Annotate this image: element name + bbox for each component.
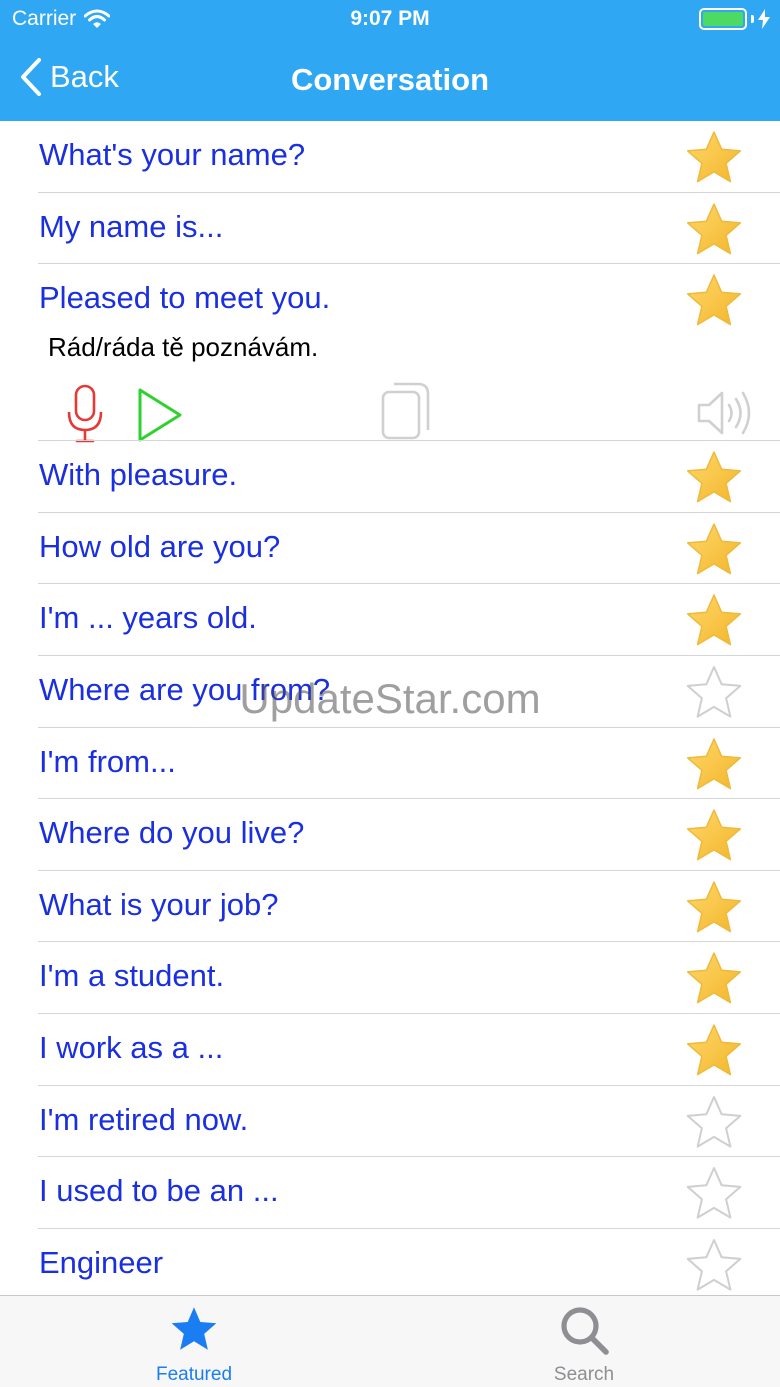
phrase-text: I work as a ... <box>39 1029 224 1065</box>
navigation-bar: Back Conversation <box>0 40 780 121</box>
charging-bolt-icon <box>758 9 770 29</box>
search-icon <box>561 1307 609 1355</box>
favorite-toggle[interactable] <box>684 521 744 579</box>
phrase-tools <box>0 382 780 449</box>
star-filled-icon <box>686 737 742 789</box>
favorite-toggle[interactable] <box>684 1237 744 1295</box>
star-filled-icon <box>686 274 742 326</box>
play-button[interactable] <box>136 386 184 449</box>
status-bar: Carrier 9:07 PM <box>0 0 780 40</box>
star-filled-icon <box>686 451 742 503</box>
list-item[interactable]: I'm retired now. <box>0 1086 780 1158</box>
microphone-icon <box>67 384 103 443</box>
star-filled-icon <box>686 1024 742 1076</box>
list-item[interactable]: Where are you from? <box>0 656 780 728</box>
list-item[interactable]: What is your job? <box>0 871 780 943</box>
battery-icon <box>699 8 770 30</box>
speaker-button[interactable] <box>696 388 756 443</box>
tab-search-label: Search <box>553 1364 615 1385</box>
phrase-text: I'm retired now. <box>39 1101 249 1137</box>
favorite-toggle[interactable] <box>684 201 744 259</box>
phrase-text: What's your name? <box>39 137 306 172</box>
favorite-toggle[interactable] <box>684 879 744 937</box>
list-item[interactable]: My name is... <box>0 193 780 265</box>
star-filled-icon <box>686 594 742 646</box>
list-item[interactable]: I'm a student. <box>0 942 780 1014</box>
phrase-text: My name is... <box>39 208 224 244</box>
page-title: Conversation <box>290 62 490 97</box>
star-icon <box>171 1307 217 1350</box>
list-item[interactable]: Pleased to meet you. Rád/ráda tě poznávám… <box>0 264 780 443</box>
favorite-toggle[interactable] <box>684 592 744 650</box>
phrase-text: How old are you? <box>39 528 281 564</box>
star-outline-icon <box>686 1167 742 1219</box>
list-item[interactable]: I'm ... years old. <box>0 584 780 656</box>
favorite-toggle[interactable] <box>684 950 744 1008</box>
play-icon <box>138 388 182 442</box>
phrase-text: Where are you from? <box>39 671 331 707</box>
star-outline-icon <box>686 1095 742 1148</box>
star-filled-icon <box>686 523 742 575</box>
record-button[interactable] <box>66 384 104 449</box>
list-item[interactable]: How old are you? <box>0 513 780 585</box>
star-filled-icon <box>686 202 742 254</box>
star-filled-icon <box>686 881 742 933</box>
favorite-toggle[interactable] <box>684 736 744 794</box>
star-filled-icon <box>686 952 742 1004</box>
status-time: 9:07 PM <box>350 7 430 30</box>
list-item[interactable]: What's your name? <box>0 121 780 193</box>
tab-bar: Featured Search <box>0 1295 780 1387</box>
list-item[interactable]: I'm from... <box>0 728 780 800</box>
tab-search[interactable]: Search <box>504 1296 664 1387</box>
star-outline-icon <box>686 1238 742 1291</box>
phrase-list: What's your name? My name is... Pleased to… <box>0 121 780 1295</box>
phrase-text: Where do you live? <box>39 815 305 851</box>
list-item[interactable]: With pleasure. <box>0 441 780 513</box>
favorite-toggle[interactable] <box>684 1165 744 1223</box>
phrase-text: Pleased to meet you. <box>39 280 331 316</box>
favorite-toggle[interactable] <box>684 807 744 865</box>
phrase-text: Engineer <box>39 1244 164 1280</box>
favorite-toggle[interactable] <box>684 129 744 187</box>
star-filled-icon <box>686 809 742 861</box>
favorite-toggle[interactable] <box>684 1022 744 1080</box>
phrase-text: I used to be an ... <box>39 1173 279 1209</box>
tab-featured[interactable]: Featured <box>114 1296 274 1387</box>
list-item[interactable]: I used to be an ... <box>0 1157 780 1229</box>
translation-text: Rád/ráda tě poznávám. <box>48 332 319 363</box>
star-filled-icon <box>686 131 742 183</box>
favorite-toggle[interactable] <box>684 272 744 330</box>
tab-featured-label: Featured <box>155 1364 233 1385</box>
speaker-icon <box>697 391 751 435</box>
list-item[interactable]: I work as a ... <box>0 1014 780 1086</box>
favorite-toggle[interactable] <box>684 449 744 507</box>
list-item[interactable]: Where do you live? <box>0 799 780 871</box>
phrase-text: I'm ... years old. <box>39 600 257 636</box>
copy-button[interactable] <box>380 380 432 447</box>
copy-icon <box>381 382 430 440</box>
star-outline-icon <box>686 665 742 718</box>
phrase-text: I'm a student. <box>39 958 225 994</box>
phrase-text: What is your job? <box>39 886 279 922</box>
phrase-text: With pleasure. <box>39 457 238 493</box>
favorite-toggle[interactable] <box>684 664 744 722</box>
list-item[interactable]: Engineer <box>0 1229 780 1295</box>
favorite-toggle[interactable] <box>684 1094 744 1152</box>
phrase-text: I'm from... <box>39 743 176 779</box>
